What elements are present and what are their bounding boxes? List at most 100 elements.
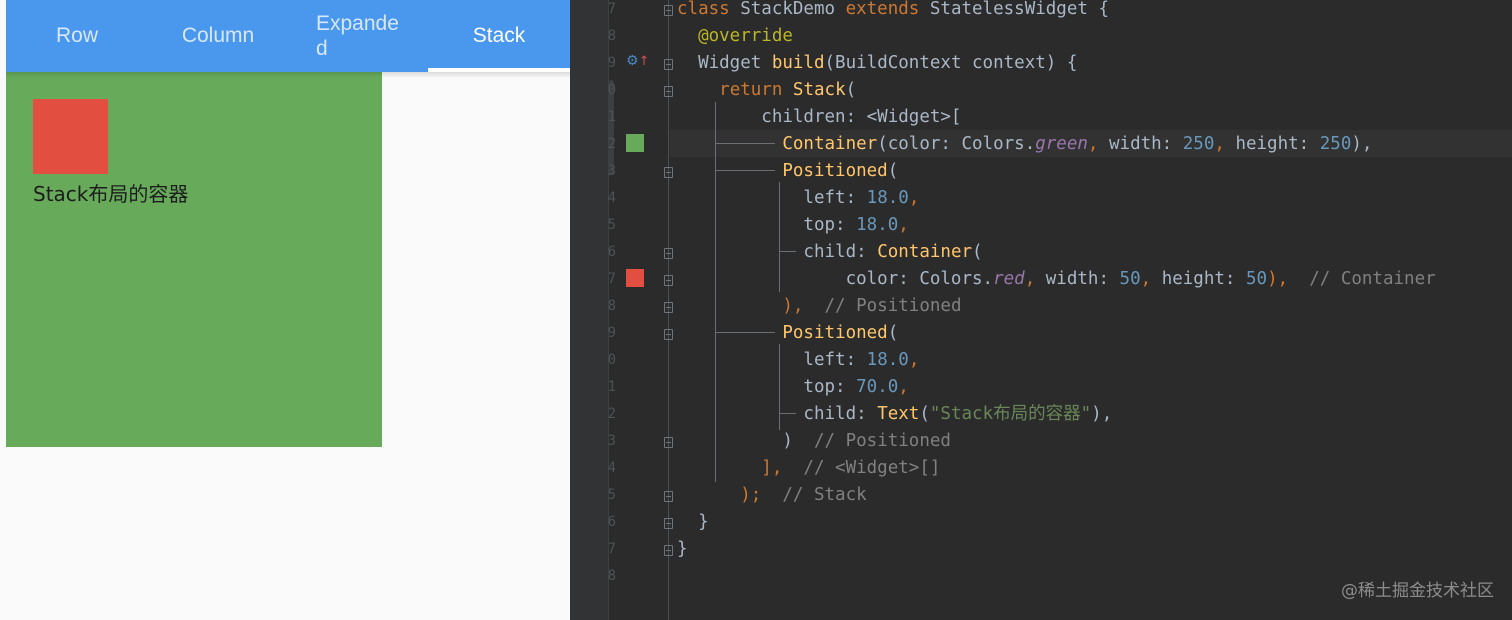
line-number: 2 <box>607 136 616 152</box>
code-token: child: <box>677 242 878 262</box>
code-token: width: <box>1045 269 1120 289</box>
code-token: top: <box>677 377 857 397</box>
tab-bar: Row Column Expanded Stack <box>6 0 570 72</box>
tab-column[interactable]: Column <box>148 0 288 72</box>
line-number: 7 <box>607 541 616 557</box>
code-token: 18.0 <box>866 350 909 370</box>
watermark: @稀土掘金技术社区 <box>1341 581 1494 601</box>
code-token: width: <box>1109 134 1183 154</box>
code-line[interactable]: left: 18.0, <box>677 347 919 374</box>
code-token: (color: Colors. <box>877 134 1036 154</box>
code-token: @override <box>698 26 793 46</box>
code-token: (BuildContext context) { <box>824 53 1078 73</box>
code-token: , <box>898 215 909 235</box>
code-token: 250 <box>1182 134 1215 154</box>
code-line[interactable]: top: 18.0, <box>677 212 909 239</box>
code-token: 18.0 <box>856 215 899 235</box>
fold-icon[interactable] <box>664 518 673 529</box>
fold-icon[interactable] <box>664 545 673 556</box>
code-line[interactable]: color: Colors.red, width: 50, height: 50… <box>677 266 1436 293</box>
code-token: ) <box>677 431 793 451</box>
fold-icon[interactable] <box>664 302 673 313</box>
code-line[interactable]: ); // Stack <box>677 482 866 509</box>
code-token: ], <box>677 458 783 478</box>
red-color-swatch-icon[interactable] <box>626 269 644 287</box>
fold-icon[interactable] <box>664 275 673 286</box>
fold-icon[interactable] <box>664 248 673 259</box>
code-line[interactable]: child: Text("Stack布局的容器"), <box>677 401 1112 428</box>
fold-icon[interactable] <box>664 329 673 340</box>
tab-row-label: Row <box>55 24 98 47</box>
line-number: 2 <box>607 406 616 422</box>
code-token: , <box>898 377 909 397</box>
fold-icon[interactable] <box>664 5 673 16</box>
code-line[interactable]: @override <box>677 23 793 50</box>
code-token: class <box>677 0 741 19</box>
code-line[interactable]: Positioned( <box>677 158 898 185</box>
code-token: children: <Widget>[ <box>677 107 962 127</box>
code-token: Text <box>877 404 920 424</box>
code-token: ( <box>845 80 857 100</box>
fold-icon[interactable] <box>664 86 673 97</box>
code-token: return <box>719 80 793 100</box>
stack-text: Stack布局的容器 <box>33 182 189 206</box>
code-token: StatelessWidget { <box>929 0 1109 19</box>
code-line[interactable]: top: 70.0, <box>677 374 909 401</box>
code-editor[interactable]: 7 8 9 0 1 2 3 4 5 6 7 8 9 0 1 2 3 4 5 6 7 8 ⚙↑ class StackDem… <box>570 0 1512 620</box>
code-token: , <box>1024 269 1046 289</box>
code-token: // <Widget>[] <box>782 458 941 478</box>
code-token: , <box>908 350 920 370</box>
code-token: , <box>1087 134 1109 154</box>
code-token: 18.0 <box>866 188 909 208</box>
code-line[interactable]: child: Container( <box>677 239 982 266</box>
code-line[interactable]: ], // <Widget>[] <box>677 455 940 482</box>
code-token: Stack <box>792 80 846 100</box>
code-token: red <box>993 269 1025 289</box>
tab-expanded-label: Expanded <box>316 12 399 60</box>
line-number: 5 <box>607 487 616 503</box>
code-token: left: <box>677 188 867 208</box>
line-number: 3 <box>607 163 616 179</box>
code-line[interactable]: class StackDemo extends StatelessWidget … <box>677 0 1109 23</box>
code-line[interactable]: Container(color: Colors.green, width: 25… <box>677 131 1372 158</box>
fold-icon[interactable] <box>664 167 673 178</box>
code-token: Container <box>877 242 973 262</box>
fold-icon[interactable] <box>664 59 673 70</box>
code-line[interactable]: } <box>677 536 688 563</box>
override-marker-icon[interactable]: ⚙↑ <box>626 53 649 69</box>
fold-icon[interactable] <box>664 437 673 448</box>
code-line[interactable]: ), // Positioned <box>677 293 961 320</box>
code-token: ), <box>1091 404 1113 424</box>
code-token: 50 <box>1119 269 1141 289</box>
code-token: } <box>677 512 709 532</box>
code-token: build <box>771 53 825 73</box>
code-line[interactable]: left: 18.0, <box>677 185 919 212</box>
code-token: // Container <box>1298 269 1436 289</box>
code-token: , <box>1214 134 1236 154</box>
line-number: 1 <box>607 109 616 125</box>
code-line[interactable]: ) // Positioned <box>677 428 951 455</box>
line-number: 6 <box>607 244 616 260</box>
code-token: height: <box>1235 134 1320 154</box>
code-token: top: <box>677 215 857 235</box>
code-token: , <box>908 188 920 208</box>
tab-stack[interactable]: Stack <box>428 0 570 72</box>
line-number: 4 <box>607 190 616 206</box>
line-number: 9 <box>607 55 616 71</box>
fold-icon[interactable] <box>664 491 673 502</box>
code-line[interactable]: Widget build(BuildContext context) { <box>677 50 1077 77</box>
code-line[interactable]: Positioned( <box>677 320 898 347</box>
tab-expanded[interactable]: Expanded <box>288 0 434 72</box>
code-line[interactable]: } <box>677 509 709 536</box>
green-color-swatch-icon[interactable] <box>626 134 644 152</box>
line-number: 1 <box>607 379 616 395</box>
line-number: 8 <box>607 298 616 314</box>
line-number: 5 <box>607 217 616 233</box>
code-line[interactable]: children: <Widget>[ <box>677 104 961 131</box>
code-line[interactable]: return Stack( <box>677 77 856 104</box>
tab-row[interactable]: Row <box>6 0 148 72</box>
code-token: Container <box>782 134 878 154</box>
app-preview: Row Column Expanded Stack Stack布局的容器 <box>0 0 570 620</box>
